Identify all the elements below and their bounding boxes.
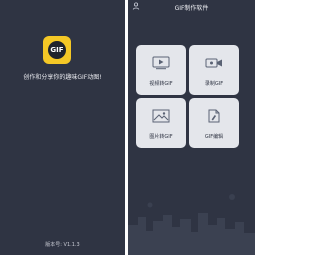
- version-label: 版本号: V1.1.3: [45, 242, 80, 248]
- edit-file-icon: [205, 108, 223, 127]
- camera-record-icon: [205, 55, 223, 74]
- video-play-icon: [152, 55, 170, 74]
- tile-gif-edit[interactable]: GIF编辑: [189, 98, 239, 148]
- app-title: GIF制作软件: [174, 5, 209, 12]
- image-icon: [152, 108, 170, 127]
- splash-screen: GIF 创作和分享你的趣味GIF动图! 版本号: V1.1.3: [0, 0, 125, 255]
- tile-video-to-gif[interactable]: 视频转GIF: [136, 45, 186, 95]
- tile-label: 图片转GIF: [149, 134, 173, 140]
- top-bar: GIF制作软件: [128, 0, 255, 14]
- screenshot-root: GIF 创作和分享你的趣味GIF动图! 版本号: V1.1.3 GIF制作软件: [0, 0, 255, 255]
- main-screen: GIF制作软件 视频转GIF 录制GIF 图片转GIF GIF编辑: [128, 0, 255, 255]
- tile-image-to-gif[interactable]: 图片转GIF: [136, 98, 186, 148]
- city-skyline-illustration: [128, 194, 255, 255]
- tile-label: 视频转GIF: [149, 81, 173, 87]
- logo-text: GIF: [48, 41, 66, 59]
- tile-label: 录制GIF: [204, 81, 224, 87]
- app-logo: GIF: [43, 36, 71, 64]
- splash-tagline: 创作和分享你的趣味GIF动图!: [23, 74, 102, 81]
- tile-record-gif[interactable]: 录制GIF: [189, 45, 239, 95]
- tile-label: GIF编辑: [204, 134, 224, 140]
